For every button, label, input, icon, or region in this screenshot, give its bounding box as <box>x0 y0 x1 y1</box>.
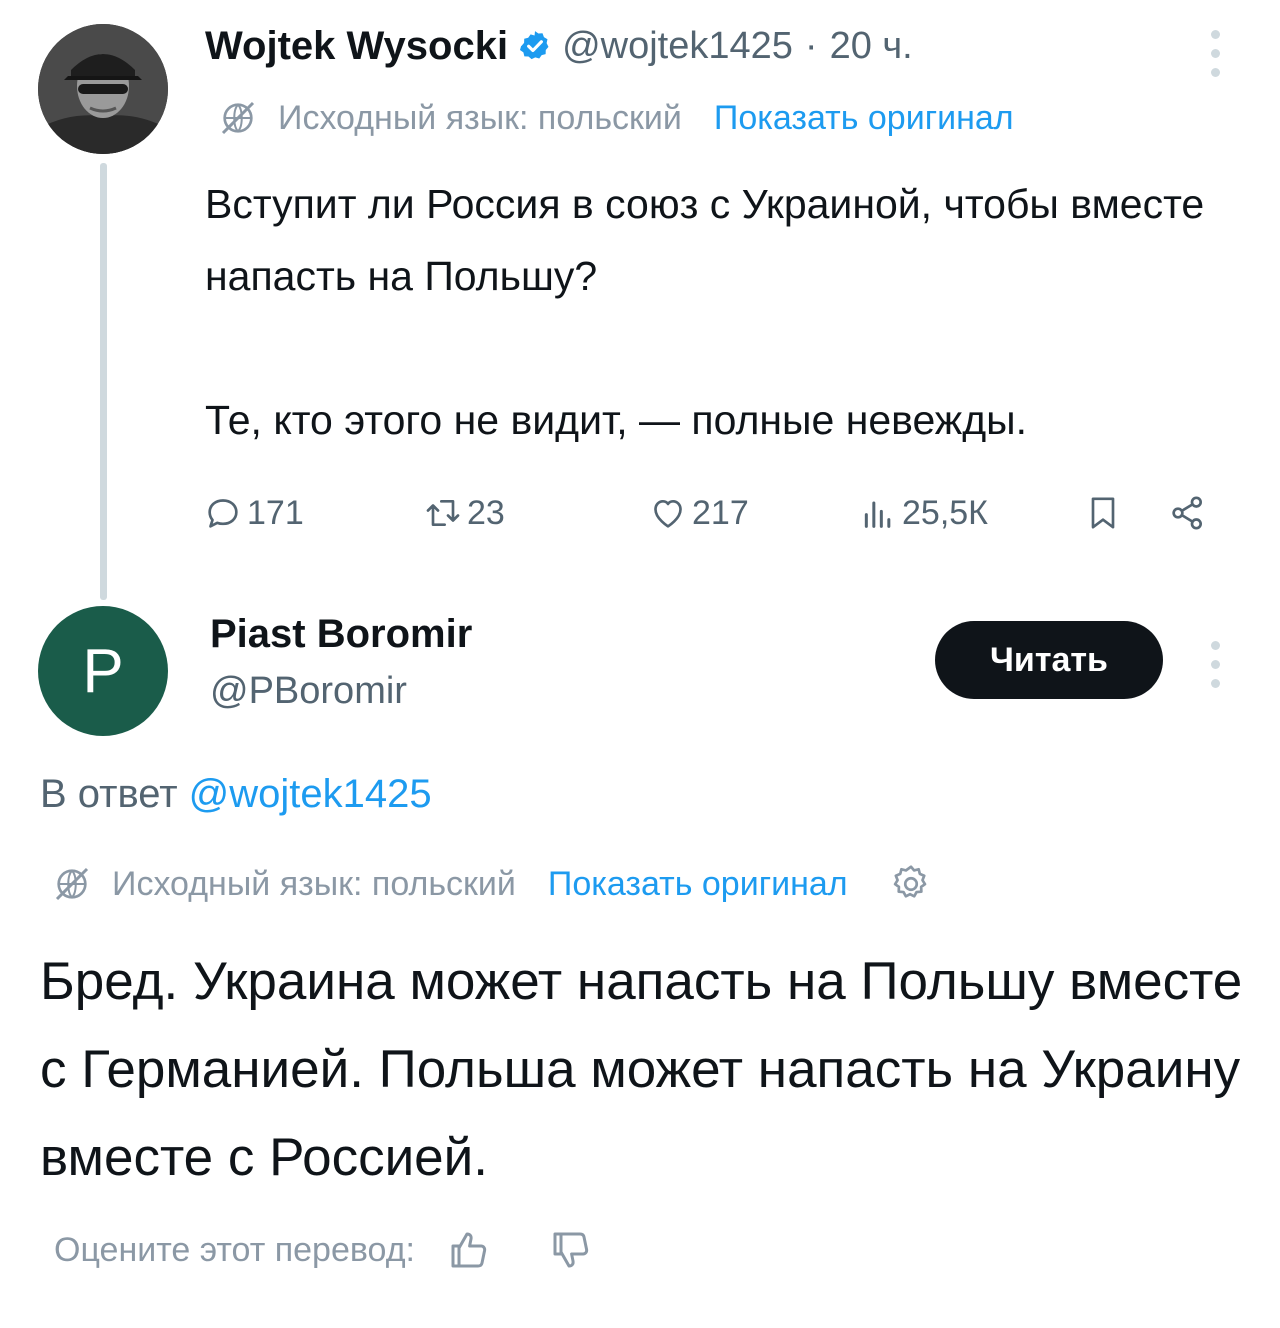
repost-button[interactable]: 23 <box>423 484 505 542</box>
reply-text: Бред. Украина может напасть на Польшу вм… <box>40 952 1243 1187</box>
replying-to: В ответ @wojtek1425 <box>40 772 432 817</box>
translation-bar: Исходный язык: польский Показать оригина… <box>52 860 934 908</box>
tweet-actions: 171 23 217 25,5К <box>203 484 1223 542</box>
reply-button[interactable]: 171 <box>203 484 304 542</box>
translate-globe-icon <box>221 101 255 135</box>
repost-icon <box>426 500 460 526</box>
thumbs-up-icon[interactable] <box>445 1226 493 1274</box>
thread-line <box>100 163 107 600</box>
reply-icon <box>208 499 238 528</box>
share-button[interactable] <box>1168 484 1212 542</box>
source-language-label: Исходный язык: польский <box>112 864 516 903</box>
show-original-link[interactable]: Показать оригинал <box>548 865 848 904</box>
translation-bar: Исходный язык: польский Показать оригина… <box>218 94 1014 142</box>
tweet-timestamp[interactable]: 20 ч. <box>830 25 913 68</box>
author-avatar[interactable] <box>38 24 168 154</box>
share-icon <box>1172 496 1202 530</box>
author-name[interactable]: Wojtek Wysocki <box>205 24 508 69</box>
tweet-header: Wojtek Wysocki @wojtek1425 · 20 ч. <box>205 20 913 72</box>
translate-globe-icon <box>55 867 89 901</box>
bookmark-icon <box>1091 497 1115 529</box>
more-icon[interactable] <box>1208 641 1222 688</box>
like-icon <box>654 500 682 528</box>
replying-to-label: В ответ <box>40 772 178 816</box>
settings-gear-icon[interactable] <box>888 861 934 907</box>
reply-author-name[interactable]: Piast Boromir <box>210 612 472 657</box>
views-count: 25,5К <box>902 493 988 532</box>
bookmark-button[interactable] <box>1083 484 1127 542</box>
more-icon[interactable] <box>1208 30 1222 77</box>
show-original-link[interactable]: Показать оригинал <box>714 99 1014 138</box>
rate-translation-label: Оцените этот перевод: <box>54 1230 416 1269</box>
like-button[interactable]: 217 <box>648 484 749 542</box>
tweet-text: Вступит ли Россия в союз с Украиной, что… <box>205 181 1205 443</box>
replying-to-handle[interactable]: @wojtek1425 <box>189 772 432 816</box>
verified-badge-icon <box>520 31 549 60</box>
views-button[interactable]: 25,5К <box>858 484 988 542</box>
like-count: 217 <box>692 493 749 532</box>
reply-author-handle[interactable]: @PBoromir <box>210 670 407 713</box>
source-language-label: Исходный язык: польский <box>278 98 682 137</box>
separator-dot: · <box>804 24 818 67</box>
follow-button[interactable]: Читать <box>935 621 1163 699</box>
thumbs-down-icon[interactable] <box>547 1226 595 1274</box>
reply-count: 171 <box>247 493 304 532</box>
reply-author-avatar[interactable]: P <box>38 606 168 736</box>
views-icon <box>864 501 891 528</box>
rate-translation: Оцените этот перевод: <box>54 1222 595 1278</box>
repost-count: 23 <box>467 493 505 532</box>
author-handle[interactable]: @wojtek1425 <box>562 25 793 68</box>
